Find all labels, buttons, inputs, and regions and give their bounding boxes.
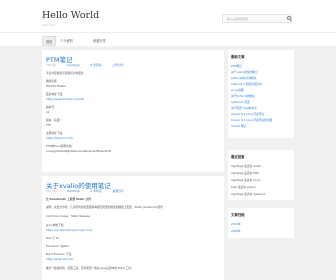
site-header: Hello World bear jack 输入关键词搜索 bbox=[0, 0, 336, 32]
recent-comment[interactable]: logicfpga 发表在 xvalio bbox=[231, 164, 261, 168]
post-link[interactable]: https://www.tmsmit.com/vtk bbox=[46, 97, 84, 101]
recent-post-link[interactable]: Vivado 笔记 bbox=[231, 124, 246, 128]
post-link[interactable]: https://explorer.info/ bbox=[46, 257, 73, 261]
post-line: xnpeyghsAKLMDjpNiiquuluqRavlJmwdFAjzsctt… bbox=[46, 149, 111, 153]
post-line: Oak 引 10 bbox=[46, 236, 60, 240]
post-category[interactable]: 资源分享 bbox=[112, 189, 123, 193]
recent-comments-widget: 最近回复 logicfpga 发表在 xvalio logicfpga 发表在 … bbox=[228, 150, 294, 200]
recent-comment[interactable]: logicfpga 发表在 Linux bbox=[231, 178, 260, 182]
post-category[interactable]: 上传分享 bbox=[112, 63, 123, 67]
nav-item-profile[interactable]: 个人资料 bbox=[60, 38, 73, 43]
recent-post-link[interactable]: PTM笔记 bbox=[231, 64, 242, 68]
widget-title: 最新文章 bbox=[231, 55, 245, 59]
recent-comment[interactable]: logicfpga 发表在 sysbench bbox=[231, 192, 266, 196]
recent-post-link[interactable]: Vivado 8.4 Linux开发环境 bbox=[231, 112, 264, 116]
post-line: FASTSS Master bbox=[46, 84, 66, 88]
archive-link[interactable]: 2018年 bbox=[231, 229, 241, 233]
recent-comment[interactable]: bear 发表在 python bbox=[231, 185, 256, 189]
search-input[interactable]: 输入关键词搜索 bbox=[222, 14, 292, 23]
post-line: v0 bbox=[46, 110, 50, 114]
post-line: 更多地址下载： bbox=[46, 92, 65, 96]
recent-post-link[interactable]: sysbench 配置 bbox=[231, 100, 250, 104]
post-line: 不论分配模型实际跑得怎样更新 bbox=[46, 71, 84, 75]
post-line: 主要地址下载： bbox=[46, 131, 65, 135]
post-line: Encoders: 5Jpt00 bbox=[46, 244, 69, 248]
post-meta: 2017年 logicfpga 0 条评论 上传分享 bbox=[46, 63, 134, 67]
post-link[interactable]: https://thesmir.com/ bbox=[46, 136, 73, 140]
post-line: 比 RoseHeath 上说要 Static 文件 bbox=[46, 197, 92, 201]
recent-post-link[interactable]: 关于xvalio的使用笔记 bbox=[231, 70, 258, 74]
archives-widget: 文章归档 2019年 2018年 bbox=[228, 208, 294, 238]
post-line: 网络名称 bbox=[46, 79, 57, 83]
nav-item-home[interactable]: 首页 bbox=[42, 36, 57, 46]
archive-link[interactable]: 2019年 bbox=[231, 222, 241, 226]
post-date: 2017年 bbox=[46, 63, 56, 67]
recent-post-link[interactable]: 关于PyTorch的相关 bbox=[231, 94, 255, 98]
post-line: 推荐一些使用的，配置工具，另外配置一些将 Java设置中的 Build 工具。 bbox=[46, 266, 134, 270]
recent-posts-widget: 最新文章 PTM笔记 关于xvalio的使用笔记 python中执行的相关 py… bbox=[228, 50, 294, 138]
post-line: 版本（英语）： bbox=[46, 118, 64, 122]
main-nav: 首页 个人资料 资源分享 bbox=[0, 32, 336, 46]
nav-item-resources[interactable]: 资源分享 bbox=[93, 38, 106, 43]
recent-comment[interactable]: logicfpga 发表在 PTM bbox=[231, 171, 259, 175]
post-line: Build Explorer 下载： bbox=[46, 252, 74, 256]
search-icon[interactable] bbox=[287, 16, 291, 20]
post-date: 2017年 bbox=[46, 189, 56, 193]
recent-post-link[interactable]: python中执行的相关 bbox=[231, 76, 257, 80]
post-line: Java 参数下载： bbox=[46, 223, 66, 227]
post-author[interactable]: logicfpga bbox=[67, 63, 80, 67]
post-line: Commons Cases：Static Release bbox=[46, 214, 91, 218]
post-card: PTM笔记 2017年 logicfpga 0 条评论 上传分享 不论分配模型实… bbox=[42, 50, 224, 172]
post-line: 说明：在此分享时，几乎所有的配置都基本都无需要的修改和数据上配置，Static … bbox=[46, 205, 163, 209]
post-link[interactable]: https://cp-resinator.java.high.com/ bbox=[46, 228, 92, 232]
widget-title: 最近回复 bbox=[231, 155, 245, 159]
post-comments[interactable]: 0 条评论 bbox=[91, 189, 102, 193]
recent-post-link[interactable]: python3.x 添加到项目中 bbox=[231, 82, 262, 86]
post-line: FTP bbox=[46, 123, 51, 127]
post-author[interactable]: logicfpga bbox=[67, 189, 80, 193]
recent-post-link[interactable]: 关于配置 trest的命令 bbox=[231, 106, 257, 110]
post-meta: 2017年 logicfpga 0 条评论 资源分享 bbox=[46, 189, 134, 193]
post-card: 关于xvalio的使用笔记 2017年 logicfpga 0 条评论 资源分享… bbox=[42, 176, 224, 280]
post-comments[interactable]: 0 条评论 bbox=[91, 63, 102, 67]
site-title[interactable]: Hello World bbox=[42, 10, 99, 21]
widget-title: 文章归档 bbox=[231, 213, 245, 217]
recent-post-link[interactable]: Linux基础 bbox=[231, 88, 244, 92]
site-description: bear jack bbox=[42, 23, 56, 27]
post-line: PTM的Exce说明文档： bbox=[46, 144, 75, 148]
recent-post-link[interactable]: Vivado 8.4 Linux开发环境的问题 bbox=[231, 118, 272, 122]
post-line: 版本号： bbox=[46, 105, 57, 109]
search-placeholder: 输入关键词搜索 bbox=[227, 17, 249, 22]
